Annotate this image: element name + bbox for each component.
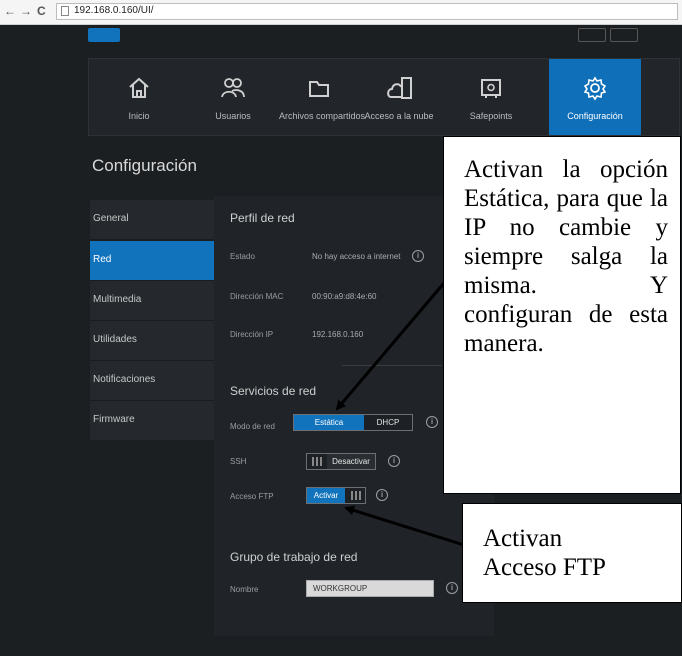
callout-line: Activan — [483, 525, 563, 552]
arrow-to-estatica — [335, 282, 446, 411]
annotation-callout-ftp: Activan Acceso FTP — [462, 503, 682, 603]
annotation-callout-static: Activan la opción Estática, para que la … — [443, 136, 681, 494]
arrow-to-ftp — [344, 505, 465, 547]
callout-line: Acceso FTP — [483, 554, 606, 581]
